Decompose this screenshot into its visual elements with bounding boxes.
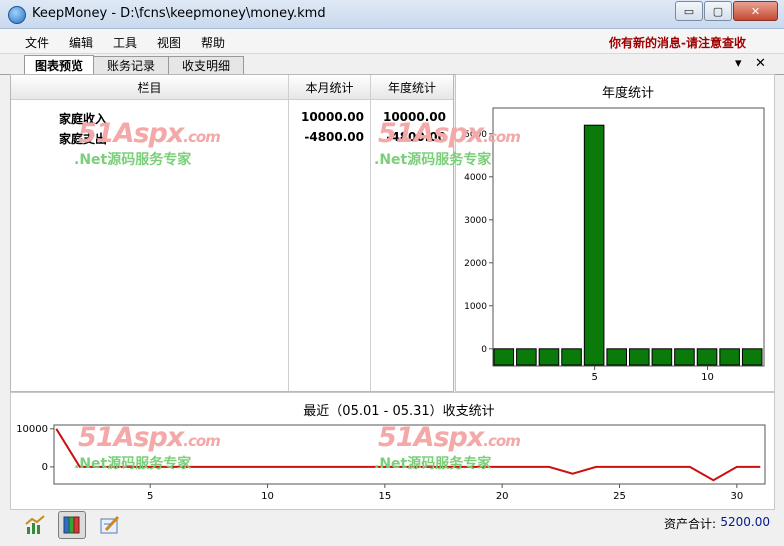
bar[interactable]	[583, 124, 605, 366]
bar[interactable]	[629, 348, 650, 366]
series-line[interactable]	[55, 428, 761, 482]
chart-trend-button[interactable]	[21, 511, 49, 539]
message-notice[interactable]: 你有新的消息-请注意查收	[609, 34, 746, 51]
tab-strip: 图表预览 账务记录 收支明细 ▾ ✕	[0, 54, 784, 75]
y-tick-label: 0	[42, 462, 48, 473]
tab-close-icon[interactable]: ✕	[755, 56, 766, 71]
asset-total-value: 5200.00	[720, 515, 770, 529]
y-tick-label: 10000	[16, 424, 48, 435]
bar[interactable]	[493, 348, 515, 366]
chart-trend-icon	[25, 515, 45, 534]
plot-frame	[492, 107, 765, 367]
bar[interactable]	[516, 348, 537, 366]
maximize-button[interactable]: ▢	[704, 1, 732, 21]
tab-dropdown-icon[interactable]: ▾	[735, 56, 742, 71]
column-divider	[288, 75, 289, 391]
menu-edit[interactable]: 编辑	[69, 34, 93, 51]
edit-icon	[100, 515, 120, 534]
tab-chart-preview[interactable]: 图表预览	[24, 55, 94, 75]
y-axis: 0 10000	[16, 424, 54, 473]
x-tick-label: 10	[701, 372, 714, 383]
row-month-value: 10000.00	[300, 110, 364, 124]
status-bar: 资产合计: 5200.00	[0, 510, 784, 546]
y-tick-label: 5000	[464, 130, 487, 140]
annual-chart-panel: 年度统计 0 1000 2000 3000 4000 5000 5 10	[455, 74, 775, 392]
row-label: 家庭收入	[59, 112, 108, 126]
recent-line-chart: 最近（05.01 - 05.31）收支统计 0 10000 5 10 15 20 25 30	[16, 404, 766, 502]
menu-view[interactable]: 视图	[157, 34, 181, 51]
x-tick-label: 30	[730, 491, 743, 502]
minimize-button[interactable]: ▭	[675, 1, 703, 21]
tab-account-records[interactable]: 账务记录	[93, 56, 169, 74]
y-tick-label: 3000	[464, 216, 487, 226]
x-axis: 5 10	[591, 366, 714, 383]
line-series	[55, 428, 761, 482]
column-header-category[interactable]: 栏目	[11, 75, 288, 100]
bar-series	[493, 124, 763, 366]
menu-bar: 文件 编辑 工具 视图 帮助 你有新的消息-请注意查收	[0, 29, 784, 54]
column-header-month[interactable]: 本月统计	[289, 75, 370, 100]
chart-title: 年度统计	[602, 85, 654, 101]
x-tick-label: 15	[378, 491, 391, 502]
window-title: KeepMoney - D:\fcns\keepmoney\money.kmd	[32, 6, 326, 21]
plot-frame	[53, 424, 766, 485]
row-year-value: 10000.00	[382, 110, 446, 124]
y-axis: 0 1000 2000 3000 4000 5000	[464, 130, 493, 355]
menu-file[interactable]: 文件	[25, 34, 49, 51]
y-tick-label: 1000	[464, 302, 487, 312]
statistics-table: 栏目 本月统计 年度统计 家庭收入 10000.00 10000.00 家庭支出…	[10, 74, 454, 392]
annual-bar-chart: 年度统计 0 1000 2000 3000 4000 5000 5 10	[464, 85, 765, 383]
book-icon	[63, 516, 80, 534]
y-tick-label: 0	[481, 345, 487, 355]
x-tick-label: 20	[496, 491, 509, 502]
window-controls: ▭ ▢ ✕	[674, 1, 778, 21]
bar[interactable]	[696, 348, 718, 366]
y-tick-label: 2000	[464, 259, 487, 269]
menu-tools[interactable]: 工具	[113, 34, 137, 51]
menu-help[interactable]: 帮助	[201, 34, 225, 51]
chart-title: 最近（05.01 - 05.31）收支统计	[303, 404, 494, 419]
edit-button[interactable]	[96, 511, 124, 539]
x-tick-label: 5	[147, 491, 153, 502]
recent-chart-panel: 最近（05.01 - 05.31）收支统计 0 10000 5 10 15 20 25 30	[10, 392, 775, 510]
app-icon[interactable]	[8, 6, 26, 24]
bar[interactable]	[538, 348, 560, 366]
row-month-value: -4800.00	[304, 130, 364, 144]
bar[interactable]	[741, 348, 763, 366]
book-button[interactable]	[58, 511, 86, 539]
bar[interactable]	[606, 348, 628, 366]
x-tick-label: 10	[261, 491, 274, 502]
column-divider	[370, 75, 371, 391]
close-button[interactable]: ✕	[733, 1, 778, 21]
title-bar[interactable]: KeepMoney - D:\fcns\keepmoney\money.kmd …	[0, 0, 784, 29]
x-tick-label: 25	[613, 491, 626, 502]
asset-total-label: 资产合计:	[663, 517, 716, 531]
row-year-value: -4800.00	[386, 130, 446, 144]
tab-income-expense-details[interactable]: 收支明细	[168, 56, 244, 74]
bar[interactable]	[719, 348, 740, 366]
row-label: 家庭支出	[59, 132, 108, 146]
x-axis: 5 10 15 20 25 30	[147, 484, 743, 502]
bar[interactable]	[674, 348, 695, 366]
bar[interactable]	[561, 348, 582, 366]
bar[interactable]	[651, 348, 673, 366]
x-tick-label: 5	[591, 372, 597, 383]
y-tick-label: 4000	[464, 173, 487, 183]
column-header-year[interactable]: 年度统计	[371, 75, 453, 100]
